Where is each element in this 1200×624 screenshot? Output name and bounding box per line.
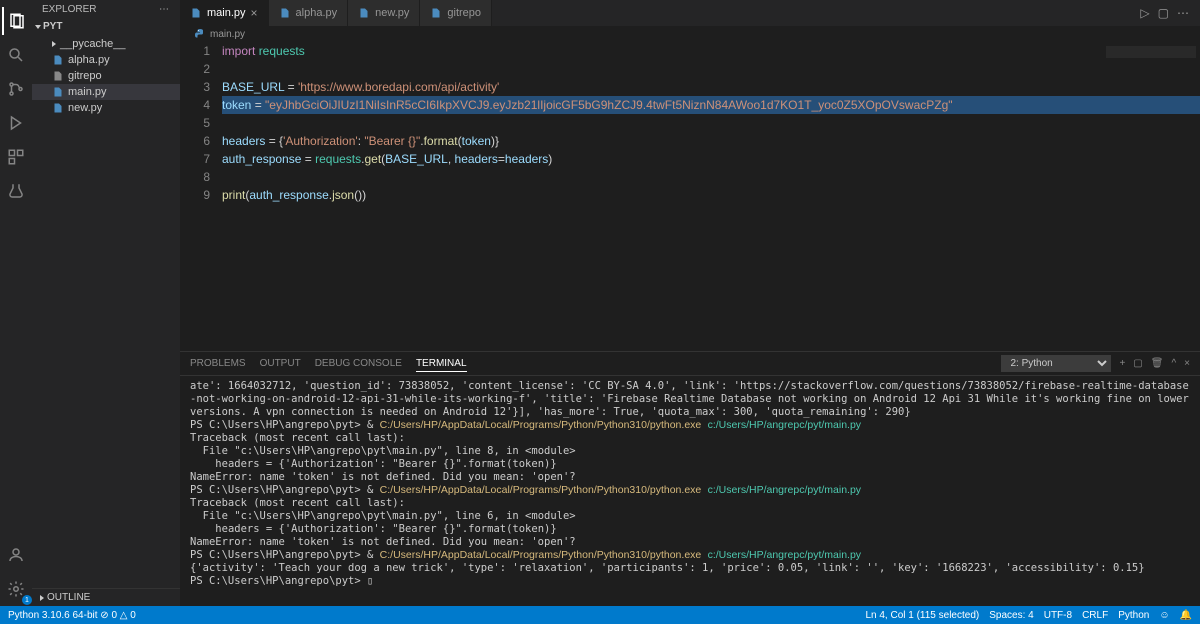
code-editor[interactable]: 123456789 import requests BASE_URL = 'ht… (180, 42, 1200, 351)
explorer-sidebar: EXPLORER ⋯ PYT __pycache__alpha.pygitrep… (32, 0, 180, 606)
search-icon[interactable] (2, 41, 30, 69)
panel-tab-terminal[interactable]: TERMINAL (416, 356, 467, 372)
outline-section[interactable]: OUTLINE (32, 588, 180, 606)
extensions-icon[interactable] (2, 143, 30, 171)
status-left[interactable]: Python 3.10.6 64-bit ⊘ 0 △ 0 (8, 610, 136, 621)
breadcrumb[interactable]: main.py (180, 26, 1200, 42)
close-panel-icon[interactable]: × (1184, 358, 1190, 369)
testing-icon[interactable] (2, 177, 30, 205)
status-item[interactable]: Spaces: 4 (989, 610, 1033, 621)
project-root[interactable]: PYT (32, 19, 180, 34)
run-icon[interactable]: ▷ (1140, 6, 1149, 20)
editor-tabs: main.py×alpha.pynew.pygitrepo ▷ ▢ ⋯ (180, 0, 1200, 26)
file-main.py[interactable]: main.py (32, 84, 180, 100)
file-alpha.py[interactable]: alpha.py (32, 52, 180, 68)
bottom-panel: PROBLEMS OUTPUT DEBUG CONSOLE TERMINAL 2: P… (180, 351, 1200, 606)
tab-new.py[interactable]: new.py (348, 0, 420, 26)
editor-more-icon[interactable]: ⋯ (1177, 6, 1190, 20)
tab-main.py[interactable]: main.py× (180, 0, 269, 26)
status-item[interactable]: CRLF (1082, 610, 1108, 621)
split-terminal-icon[interactable]: ▢ (1133, 358, 1142, 369)
settings-gear-icon[interactable]: 1 (2, 575, 30, 603)
maximize-panel-icon[interactable]: ^ (1171, 358, 1176, 369)
minimap[interactable] (1106, 46, 1196, 58)
file-new.py[interactable]: new.py (32, 100, 180, 116)
explorer-icon[interactable] (2, 7, 30, 35)
accounts-icon[interactable] (2, 541, 30, 569)
tab-alpha.py[interactable]: alpha.py (269, 0, 349, 26)
split-editor-icon[interactable]: ▢ (1158, 6, 1169, 20)
terminal-output[interactable]: ate': 1664032712, 'question_id': 7383805… (180, 376, 1200, 606)
run-debug-icon[interactable] (2, 109, 30, 137)
sidebar-title: EXPLORER (42, 4, 96, 15)
panel-tab-output[interactable]: OUTPUT (260, 356, 301, 371)
source-control-icon[interactable] (2, 75, 30, 103)
status-item[interactable]: UTF-8 (1044, 610, 1072, 621)
status-item[interactable]: ☺ (1159, 610, 1169, 621)
file-__pycache__[interactable]: __pycache__ (32, 36, 180, 52)
file-gitrepo[interactable]: gitrepo (32, 68, 180, 84)
status-item[interactable]: 🔔 (1180, 610, 1192, 621)
panel-tab-problems[interactable]: PROBLEMS (190, 356, 246, 371)
status-item[interactable]: Python (1118, 610, 1149, 621)
status-item[interactable]: Ln 4, Col 1 (115 selected) (865, 610, 979, 621)
tab-gitrepo[interactable]: gitrepo (420, 0, 492, 26)
status-bar: Python 3.10.6 64-bit ⊘ 0 △ 0 Ln 4, Col 1… (0, 606, 1200, 624)
close-tab-icon[interactable]: × (251, 6, 258, 20)
activity-bar: 1 (0, 0, 32, 606)
terminal-selector[interactable]: 2: Python (1001, 355, 1111, 372)
kill-terminal-icon[interactable]: 🗑 (1151, 358, 1164, 369)
panel-tab-debug console[interactable]: DEBUG CONSOLE (315, 356, 402, 371)
new-terminal-icon[interactable]: + (1119, 358, 1125, 369)
more-icon[interactable]: ⋯ (159, 4, 170, 15)
